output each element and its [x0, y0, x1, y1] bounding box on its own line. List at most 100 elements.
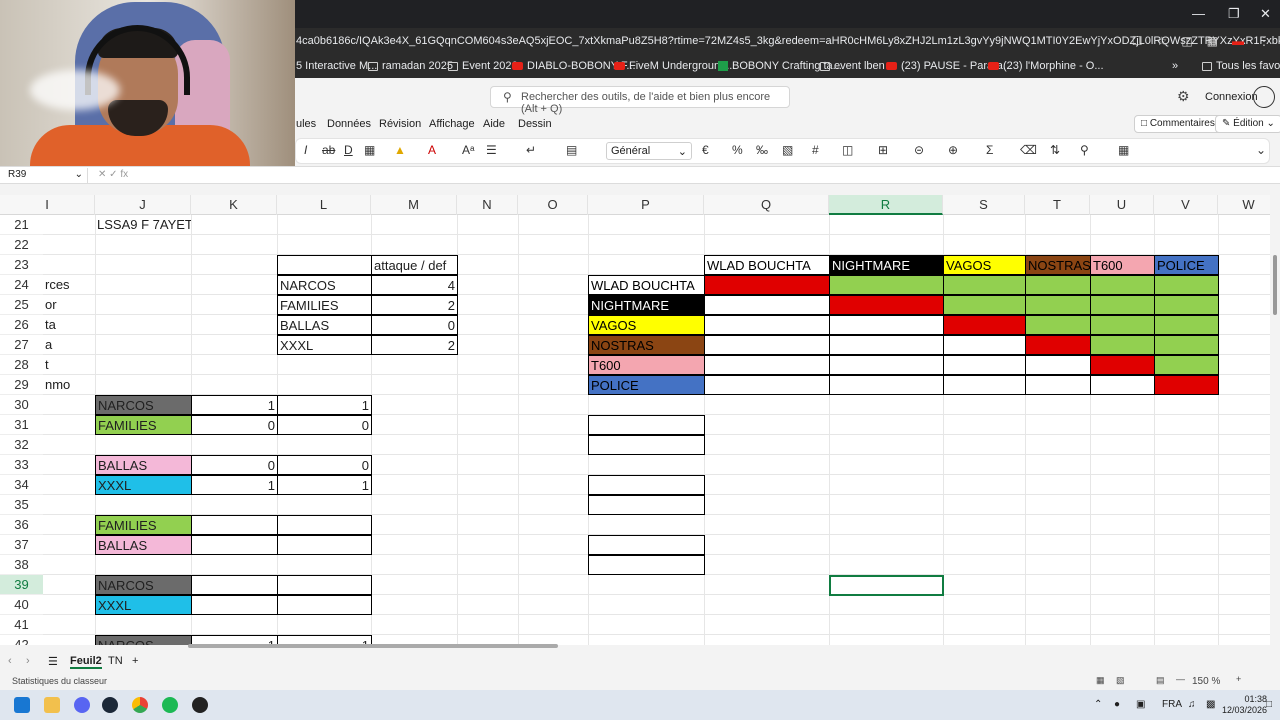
- column-header-i[interactable]: I: [0, 195, 95, 215]
- cell-v28[interactable]: [1154, 355, 1219, 375]
- cell-v23[interactable]: POLICE: [1154, 255, 1219, 275]
- cell-p32[interactable]: [588, 435, 705, 455]
- cell-r29[interactable]: [829, 375, 944, 395]
- profile-icon[interactable]: ▬: [1232, 34, 1244, 48]
- cell-r27[interactable]: [829, 335, 944, 355]
- cell-l30[interactable]: 1: [277, 395, 372, 415]
- cell-q24[interactable]: [704, 275, 830, 295]
- cell-i29[interactable]: nmo: [43, 375, 95, 395]
- cell-u26[interactable]: [1090, 315, 1155, 335]
- row-header-27[interactable]: 27: [0, 335, 43, 355]
- search-input[interactable]: ⚲ Rechercher des outils, de l'aide et bi…: [490, 86, 790, 115]
- cell-r25[interactable]: [829, 295, 944, 315]
- cell-q27[interactable]: [704, 335, 830, 355]
- align-icon[interactable]: ☰: [486, 143, 497, 157]
- cell-k37[interactable]: [191, 535, 278, 555]
- cell-k33[interactable]: 0: [191, 455, 278, 475]
- next-sheet-icon[interactable]: ›: [26, 655, 30, 667]
- cell-l26[interactable]: BALLAS: [277, 315, 372, 335]
- more-icon[interactable]: ⋮: [1258, 34, 1270, 48]
- spreadsheet-grid[interactable]: IJKLMNOPQRSTUVW 21 22 23 24 25 26 27 28 29 30 31 32…: [0, 195, 1270, 645]
- cell-p34[interactable]: [588, 475, 705, 495]
- cell-q28[interactable]: [704, 355, 830, 375]
- cell-p35[interactable]: [588, 495, 705, 515]
- app-icon[interactable]: [192, 697, 208, 713]
- row-header-24[interactable]: 24: [0, 275, 43, 295]
- cell-l40[interactable]: [277, 595, 372, 615]
- cell-t25[interactable]: [1025, 295, 1091, 315]
- cell-p25[interactable]: NIGHTMARE: [588, 295, 705, 315]
- sort-icon[interactable]: ⇅: [1050, 143, 1060, 157]
- find-icon[interactable]: ⚲: [1080, 143, 1089, 157]
- avatar[interactable]: [1253, 86, 1275, 108]
- cell-q23[interactable]: WLAD BOUCHTA: [704, 255, 830, 275]
- cell-p37[interactable]: [588, 535, 705, 555]
- cell-m24[interactable]: 4: [371, 275, 458, 295]
- cell-s24[interactable]: [943, 275, 1026, 295]
- column-header-j[interactable]: J: [95, 195, 191, 215]
- cell-i27[interactable]: a: [43, 335, 95, 355]
- zoom-out-icon[interactable]: —: [1176, 674, 1185, 684]
- cell-q26[interactable]: [704, 315, 830, 335]
- cell-m23[interactable]: attaque / def: [371, 255, 458, 275]
- add-sheet-icon[interactable]: +: [132, 655, 138, 667]
- cell-s28[interactable]: [943, 355, 1026, 375]
- strikethrough-icon[interactable]: ab: [322, 143, 335, 157]
- cell-l36[interactable]: [277, 515, 372, 535]
- cell-u28[interactable]: [1090, 355, 1155, 375]
- row-header-34[interactable]: 34: [0, 475, 43, 495]
- all-sheets-icon[interactable]: ☰: [48, 655, 58, 668]
- more-bookmarks-icon[interactable]: »: [1172, 60, 1178, 72]
- column-header-m[interactable]: M: [371, 195, 457, 215]
- cell-s25[interactable]: [943, 295, 1026, 315]
- cell-t29[interactable]: [1025, 375, 1091, 395]
- column-header-q[interactable]: Q: [704, 195, 829, 215]
- column-header-k[interactable]: K: [191, 195, 277, 215]
- windows-start-icon[interactable]: [14, 697, 30, 713]
- delete-icon[interactable]: ⊝: [914, 143, 924, 157]
- comments-button[interactable]: □ Commentaires: [1134, 115, 1222, 133]
- cell-u29[interactable]: [1090, 375, 1155, 395]
- cell-v26[interactable]: [1154, 315, 1219, 335]
- cell-k31[interactable]: 0: [191, 415, 278, 435]
- collections-icon[interactable]: ◫: [1181, 34, 1192, 48]
- percent-icon[interactable]: %: [732, 143, 743, 157]
- sum-icon[interactable]: Σ: [986, 143, 993, 157]
- cell-l23[interactable]: [277, 255, 372, 275]
- row-header-41[interactable]: 41: [0, 615, 43, 635]
- column-header-o[interactable]: O: [518, 195, 588, 215]
- row-header-25[interactable]: 25: [0, 295, 43, 315]
- italic-icon[interactable]: I: [304, 143, 307, 157]
- zoom-level[interactable]: 150 %: [1192, 676, 1220, 687]
- currency-icon[interactable]: €: [702, 143, 709, 157]
- bookmark-item[interactable]: Event 2026: [448, 60, 518, 72]
- cell-l39[interactable]: [277, 575, 372, 595]
- cell-j40[interactable]: XXXL: [95, 595, 192, 615]
- cell-j21[interactable]: LSSA9 F 7AYETE: [95, 215, 191, 235]
- cell-t28[interactable]: [1025, 355, 1091, 375]
- cell-l37[interactable]: [277, 535, 372, 555]
- column-header-t[interactable]: T: [1025, 195, 1090, 215]
- column-header-u[interactable]: U: [1090, 195, 1154, 215]
- menu-revision[interactable]: Révision: [379, 118, 421, 130]
- cell-u27[interactable]: [1090, 335, 1155, 355]
- row-header-29[interactable]: 29: [0, 375, 43, 395]
- bookmark-item[interactable]: event lben: [820, 60, 885, 72]
- row-header-23[interactable]: 23: [0, 255, 43, 275]
- notifications-icon[interactable]: □: [1266, 699, 1272, 710]
- discord-icon[interactable]: [74, 697, 90, 713]
- menu-affichage[interactable]: Affichage: [429, 118, 475, 130]
- zoom-in-icon[interactable]: +: [1236, 674, 1241, 684]
- row-header-38[interactable]: 38: [0, 555, 43, 575]
- steam-icon[interactable]: [102, 697, 118, 713]
- cell-i25[interactable]: or: [43, 295, 95, 315]
- row-header-21[interactable]: 21: [0, 215, 43, 235]
- insert-icon[interactable]: ⊞: [878, 143, 888, 157]
- vertical-scroll-thumb[interactable]: [1273, 255, 1277, 315]
- close-icon[interactable]: ✕: [1260, 6, 1271, 22]
- tab-tn[interactable]: TN: [108, 655, 123, 667]
- menu-aide[interactable]: Aide: [483, 118, 505, 130]
- row-header-39[interactable]: 39: [0, 575, 43, 595]
- cell-j30[interactable]: NARCOS: [95, 395, 192, 415]
- menu-donnees[interactable]: Données: [327, 118, 371, 130]
